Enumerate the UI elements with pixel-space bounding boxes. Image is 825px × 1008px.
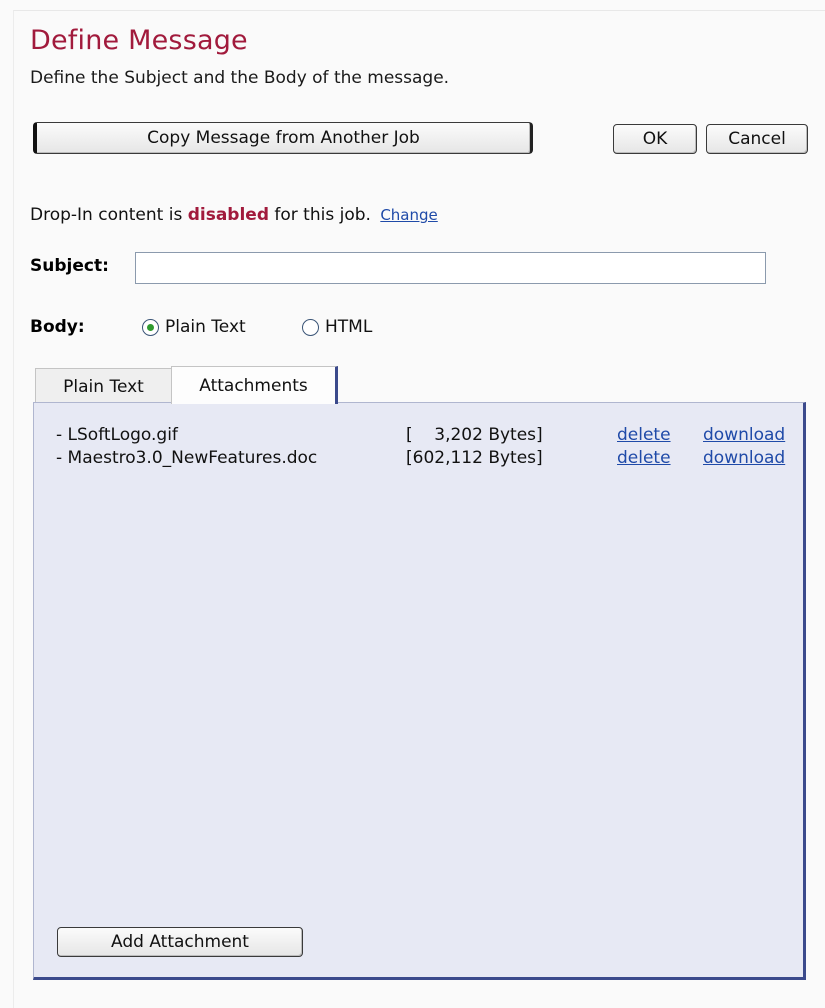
radio-unselected-icon[interactable] [302, 318, 319, 336]
radio-dot-icon [147, 323, 154, 331]
subject-label: Subject: [30, 256, 109, 276]
page-title: Define Message [30, 25, 248, 56]
dropin-suffix: for this job. [268, 205, 371, 225]
attachment-size: [ 3,202 Bytes] [406, 425, 543, 445]
body-option-plain-text[interactable]: Plain Text [142, 317, 246, 337]
page-description: Define the Subject and the Body of the m… [30, 68, 450, 88]
add-attachment-button[interactable]: Add Attachment [57, 927, 303, 957]
attachment-size: [602,112 Bytes] [406, 448, 543, 468]
copy-message-button[interactable]: Copy Message from Another Job [33, 122, 533, 154]
radio-label-html: HTML [325, 317, 373, 337]
cancel-button[interactable]: Cancel [706, 124, 808, 154]
attachment-delete-link[interactable]: delete [617, 425, 671, 445]
change-link[interactable]: Change [380, 206, 437, 224]
attachment-row: - Maestro3.0_NewFeatures.doc [602,112 By… [56, 448, 785, 470]
subject-input[interactable] [135, 252, 766, 284]
tab-plain-text[interactable]: Plain Text [35, 368, 172, 404]
body-option-html[interactable]: HTML [302, 317, 372, 337]
dropin-disabled-status: disabled [187, 205, 269, 225]
attachment-delete-link[interactable]: delete [617, 448, 671, 468]
dropin-prefix: Drop-In content is [30, 205, 188, 225]
attachment-name: - LSoftLogo.gif [56, 425, 178, 445]
radio-selected-icon[interactable] [142, 318, 159, 336]
attachment-download-link[interactable]: download [703, 425, 785, 445]
attachment-row: - LSoftLogo.gif [ 3,202 Bytes] delete do… [56, 425, 785, 447]
attachment-download-link[interactable]: download [703, 448, 785, 468]
dropin-status: Drop-In content is disabled for this job… [30, 205, 438, 225]
ok-button[interactable]: OK [613, 124, 697, 154]
attachments-panel: - LSoftLogo.gif [ 3,202 Bytes] delete do… [33, 402, 806, 980]
body-label: Body: [30, 317, 85, 337]
attachment-name: - Maestro3.0_NewFeatures.doc [56, 448, 318, 468]
tab-attachments[interactable]: Attachments [171, 366, 338, 404]
radio-label-plain-text: Plain Text [165, 317, 246, 337]
